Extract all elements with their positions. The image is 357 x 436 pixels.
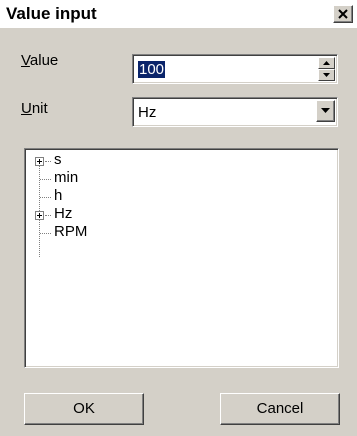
unit-label-text: nit <box>31 100 48 117</box>
tree-item-rpm[interactable]: RPM <box>25 223 325 241</box>
unit-select-value: Hz <box>138 104 157 121</box>
tree-connector <box>40 179 51 180</box>
ok-button[interactable]: OK <box>24 393 144 425</box>
tree-item-s[interactable]: s <box>25 151 325 169</box>
tree-connector <box>40 233 51 234</box>
spin-up-button[interactable] <box>318 57 335 69</box>
tree-item-label: s <box>54 151 62 168</box>
tree-item-hz[interactable]: Hz <box>25 205 325 223</box>
value-spinbox[interactable]: 100 <box>132 54 338 84</box>
tree-connector <box>40 197 51 198</box>
close-icon <box>338 9 348 19</box>
tree-item-min[interactable]: min <box>25 169 325 187</box>
plus-icon <box>37 159 42 164</box>
tree-connector <box>45 161 51 162</box>
unit-tree[interactable]: s min h Hz RPM <box>24 148 339 368</box>
unit-label-mnemonic: U <box>21 100 32 117</box>
chevron-down-icon <box>321 108 330 113</box>
arrow-up-icon <box>323 61 330 65</box>
tree-item-h[interactable]: h <box>25 187 325 205</box>
tree-connector <box>45 215 51 216</box>
cancel-button[interactable]: Cancel <box>220 393 340 425</box>
value-input[interactable]: 100 <box>138 61 166 78</box>
unit-dropdown-button[interactable] <box>316 100 335 122</box>
tree-item-label: min <box>54 169 79 186</box>
value-label-mnemonic: V <box>21 52 30 69</box>
unit-label: Unit <box>21 100 48 117</box>
window-title: Value input <box>6 4 97 23</box>
tree-expander-s[interactable] <box>35 157 44 166</box>
tree-expander-hz[interactable] <box>35 211 44 220</box>
title-bar[interactable]: Value input <box>0 0 357 28</box>
value-label: Value <box>21 52 58 69</box>
tree-item-label: h <box>54 187 63 204</box>
plus-icon <box>37 213 42 218</box>
arrow-down-icon <box>323 73 330 77</box>
unit-select[interactable]: Hz <box>132 97 338 127</box>
value-label-text: alue <box>29 52 59 69</box>
spin-down-button[interactable] <box>318 69 335 81</box>
tree-item-label: RPM <box>54 223 88 240</box>
close-button[interactable] <box>333 5 353 23</box>
tree-item-label: Hz <box>54 205 73 222</box>
